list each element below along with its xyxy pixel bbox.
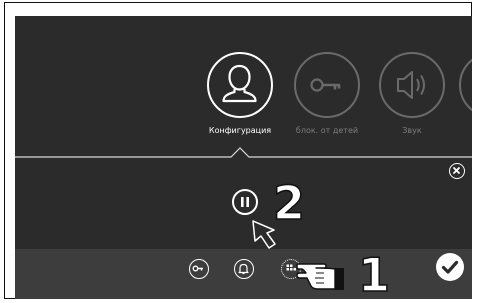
bell-icon bbox=[238, 263, 249, 275]
pause-icon bbox=[241, 197, 249, 207]
key-icon bbox=[192, 265, 203, 272]
pointing-hand-icon bbox=[296, 263, 344, 290]
partial-icon bbox=[459, 52, 472, 118]
key-icon bbox=[294, 52, 360, 118]
section-divider bbox=[15, 147, 472, 158]
checkmark-icon bbox=[441, 260, 459, 274]
speaker-icon bbox=[379, 52, 445, 118]
pause-button[interactable] bbox=[232, 189, 258, 215]
device-screen: Конфигурация блок. от детей Звук 2 1 bbox=[15, 16, 472, 299]
close-button[interactable] bbox=[449, 163, 465, 179]
close-icon bbox=[453, 167, 460, 174]
child-lock-button[interactable] bbox=[189, 259, 209, 279]
category-next-partial[interactable] bbox=[459, 52, 472, 152]
bell-button[interactable] bbox=[234, 259, 254, 279]
category-sound[interactable]: Звук bbox=[379, 52, 445, 152]
step-number-1: 1 bbox=[357, 248, 391, 299]
confirm-button[interactable] bbox=[436, 253, 464, 281]
category-child-lock[interactable]: блок. от детей bbox=[294, 52, 360, 152]
user-icon bbox=[207, 52, 273, 118]
category-label: Звук bbox=[402, 126, 422, 135]
category-configuration[interactable]: Конфигурация bbox=[207, 52, 273, 152]
